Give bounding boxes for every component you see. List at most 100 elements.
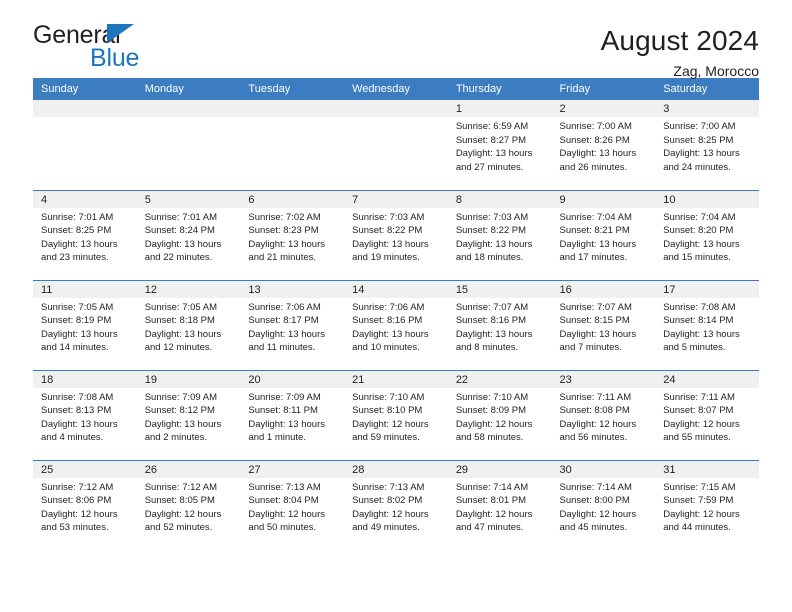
day-detail-sunset: Sunset: 8:22 PM: [352, 225, 423, 236]
day-number: 17: [655, 280, 759, 298]
day-number: 24: [655, 370, 759, 388]
day-details: Sunrise: 7:09 AM Sunset: 8:12 PM Daylight:…: [137, 388, 241, 445]
day-number: 8: [447, 190, 552, 208]
day-detail-sunset: Sunset: 8:25 PM: [41, 225, 112, 236]
calendar-day-cell[interactable]: 1 Sunrise: 6:59 AM Sunset: 8:27 PM Daylight…: [447, 100, 552, 190]
day-detail-daylight1: Daylight: 13 hours: [663, 238, 740, 250]
day-detail-sunrise: Sunrise: 7:03 AM: [352, 211, 425, 223]
calendar-day-cell[interactable]: 19 Sunrise: 7:09 AM Sunset: 8:12 PM Dayligh…: [136, 369, 241, 460]
calendar-day-cell[interactable]: 11 Sunrise: 7:05 AM Sunset: 8:19 PM Dayligh…: [33, 279, 137, 370]
day-detail-sunrise: Sunrise: 7:12 AM: [144, 481, 218, 493]
day-detail-sunrise: Sunrise: 7:05 AM: [144, 301, 218, 313]
day-detail-daylight2: and 26 minutes.: [559, 161, 628, 173]
day-detail-daylight2: and 5 minutes.: [663, 342, 726, 353]
day-detail-daylight1: Daylight: 12 hours: [663, 418, 740, 430]
calendar-day-cell[interactable]: 4 Sunrise: 7:01 AM Sunset: 8:25 PM Daylight…: [33, 189, 137, 280]
calendar-day-cell[interactable]: 7 Sunrise: 7:03 AM Sunset: 8:22 PM Daylight…: [344, 189, 448, 280]
day-detail-daylight1: Daylight: 13 hours: [144, 328, 222, 340]
day-number: 11: [33, 280, 137, 298]
day-detail-daylight1: Daylight: 12 hours: [352, 508, 429, 520]
day-details: Sunrise: 7:11 AM Sunset: 8:07 PM Daylight:…: [655, 388, 759, 445]
day-details: Sunrise: 7:00 AM Sunset: 8:26 PM Daylight:…: [552, 117, 656, 174]
calendar-day-cell[interactable]: 13 Sunrise: 7:06 AM Sunset: 8:17 PM Dayligh…: [240, 279, 345, 370]
calendar-week-row: 11 Sunrise: 7:05 AM Sunset: 8:19 PM Dayligh…: [33, 279, 759, 370]
day-detail-sunset: Sunset: 8:17 PM: [248, 315, 319, 326]
calendar-day-cell[interactable]: 14 Sunrise: 7:06 AM Sunset: 8:16 PM Dayligh…: [344, 279, 448, 370]
calendar-day-cell[interactable]: 5 Sunrise: 7:01 AM Sunset: 8:24 PM Daylight…: [136, 189, 241, 280]
day-detail-sunset: Sunset: 8:16 PM: [455, 315, 527, 326]
calendar-day-cell[interactable]: 2 Sunrise: 7:00 AM Sunset: 8:26 PM Daylight…: [551, 100, 656, 190]
calendar-day-cell[interactable]: 30 Sunrise: 7:14 AM Sunset: 8:00 PM Dayligh…: [551, 459, 656, 550]
day-detail-daylight1: Daylight: 13 hours: [248, 238, 325, 250]
calendar-day-cell[interactable]: 27 Sunrise: 7:13 AM Sunset: 8:04 PM Dayligh…: [240, 459, 345, 550]
calendar-day-cell[interactable]: 17 Sunrise: 7:08 AM Sunset: 8:14 PM Dayligh…: [655, 279, 759, 370]
day-number: 5: [136, 190, 241, 208]
page-header: General Blue August 2024 Zag, Morocco: [33, 0, 759, 79]
day-details: Sunrise: 7:03 AM Sunset: 8:22 PM Daylight:…: [344, 208, 448, 265]
day-detail-sunset: Sunset: 8:23 PM: [248, 225, 319, 236]
calendar-day-cell[interactable]: 16 Sunrise: 7:07 AM Sunset: 8:15 PM Dayligh…: [551, 279, 656, 370]
day-detail-daylight2: and 50 minutes.: [248, 522, 317, 533]
day-detail-sunset: Sunset: 8:27 PM: [455, 134, 527, 146]
day-detail-daylight2: and 27 minutes.: [455, 161, 524, 173]
calendar-day-cell[interactable]: 28 Sunrise: 7:13 AM Sunset: 8:02 PM Dayligh…: [344, 459, 448, 550]
day-detail-sunset: Sunset: 8:16 PM: [352, 315, 423, 326]
day-detail-sunset: Sunset: 8:02 PM: [352, 495, 423, 506]
calendar-day-cell[interactable]: 21 Sunrise: 7:10 AM Sunset: 8:10 PM Dayligh…: [344, 369, 448, 460]
day-details: Sunrise: 7:08 AM Sunset: 8:14 PM Daylight:…: [655, 298, 759, 355]
day-detail-sunset: Sunset: 8:00 PM: [559, 495, 630, 506]
day-detail-daylight2: and 14 minutes.: [41, 342, 109, 353]
day-detail-sunrise: Sunrise: 7:10 AM: [455, 391, 529, 403]
day-detail-sunrise: Sunrise: 7:06 AM: [352, 301, 425, 313]
day-detail-daylight1: Daylight: 13 hours: [144, 418, 222, 430]
calendar-day-cell[interactable]: 22 Sunrise: 7:10 AM Sunset: 8:09 PM Dayligh…: [447, 369, 552, 460]
calendar-week-row: 25 Sunrise: 7:12 AM Sunset: 8:06 PM Dayligh…: [33, 459, 759, 550]
day-detail-sunset: Sunset: 8:12 PM: [144, 405, 215, 416]
weekday-header-sunday: Sunday: [33, 78, 137, 100]
day-detail-daylight2: and 23 minutes.: [41, 252, 109, 263]
day-detail-sunrise: Sunrise: 7:04 AM: [663, 211, 736, 223]
day-number: 30: [551, 460, 656, 478]
day-detail-sunrise: Sunrise: 7:11 AM: [663, 391, 735, 403]
day-details: Sunrise: 7:05 AM Sunset: 8:18 PM Daylight:…: [137, 298, 241, 355]
day-detail-daylight1: Daylight: 13 hours: [559, 148, 637, 159]
day-number: 12: [136, 280, 241, 298]
day-details: Sunrise: 7:12 AM Sunset: 8:05 PM Daylight:…: [137, 478, 241, 535]
calendar-day-cell[interactable]: 24 Sunrise: 7:11 AM Sunset: 8:07 PM Dayligh…: [655, 369, 759, 460]
day-number: 20: [240, 370, 345, 388]
calendar-day-cell[interactable]: 18 Sunrise: 7:08 AM Sunset: 8:13 PM Dayligh…: [33, 369, 137, 460]
day-detail-sunset: Sunset: 8:20 PM: [663, 225, 734, 236]
calendar-day-cell[interactable]: 9 Sunrise: 7:04 AM Sunset: 8:21 PM Daylight…: [551, 189, 656, 280]
calendar-day-cell[interactable]: 8 Sunrise: 7:03 AM Sunset: 8:22 PM Daylight…: [447, 189, 552, 280]
day-detail-sunset: Sunset: 8:22 PM: [455, 225, 527, 236]
calendar-day-cell[interactable]: 15 Sunrise: 7:07 AM Sunset: 8:16 PM Dayligh…: [447, 279, 552, 370]
day-detail-sunset: Sunset: 8:09 PM: [455, 405, 527, 416]
day-details: Sunrise: 7:01 AM Sunset: 8:25 PM Daylight:…: [33, 208, 137, 265]
day-details: Sunrise: 7:10 AM Sunset: 8:10 PM Daylight:…: [344, 388, 448, 445]
calendar-day-cell[interactable]: 31 Sunrise: 7:15 AM Sunset: 7:59 PM Dayligh…: [655, 459, 759, 550]
day-detail-daylight1: Daylight: 13 hours: [663, 328, 740, 340]
calendar-day-cell[interactable]: 3 Sunrise: 7:00 AM Sunset: 8:25 PM Daylight…: [655, 100, 759, 190]
day-detail-daylight1: Daylight: 12 hours: [455, 508, 533, 520]
calendar-day-cell[interactable]: 12 Sunrise: 7:05 AM Sunset: 8:18 PM Dayligh…: [136, 279, 241, 370]
day-number: [33, 100, 137, 117]
day-detail-daylight2: and 11 minutes.: [248, 342, 316, 353]
calendar-day-cell[interactable]: 10 Sunrise: 7:04 AM Sunset: 8:20 PM Dayligh…: [655, 189, 759, 280]
day-detail-sunset: Sunset: 8:06 PM: [41, 495, 112, 506]
day-detail-daylight1: Daylight: 13 hours: [559, 328, 637, 340]
day-number: 25: [33, 460, 137, 478]
day-detail-sunrise: Sunrise: 7:13 AM: [248, 481, 321, 493]
day-number: 19: [136, 370, 241, 388]
calendar-day-cell[interactable]: 25 Sunrise: 7:12 AM Sunset: 8:06 PM Dayligh…: [33, 459, 137, 550]
calendar-day-cell[interactable]: 20 Sunrise: 7:09 AM Sunset: 8:11 PM Dayligh…: [240, 369, 345, 460]
calendar-day-cell[interactable]: 6 Sunrise: 7:02 AM Sunset: 8:23 PM Daylight…: [240, 189, 345, 280]
day-details: Sunrise: 7:14 AM Sunset: 8:00 PM Daylight:…: [552, 478, 656, 535]
day-detail-daylight2: and 45 minutes.: [559, 522, 628, 533]
day-detail-sunset: Sunset: 7:59 PM: [663, 495, 734, 506]
day-number: 18: [33, 370, 137, 388]
calendar-day-cell[interactable]: 26 Sunrise: 7:12 AM Sunset: 8:05 PM Dayligh…: [136, 459, 241, 550]
calendar-day-cell[interactable]: 29 Sunrise: 7:14 AM Sunset: 8:01 PM Dayligh…: [447, 459, 552, 550]
day-detail-daylight2: and 47 minutes.: [455, 522, 524, 533]
calendar-day-cell[interactable]: 23 Sunrise: 7:11 AM Sunset: 8:08 PM Dayligh…: [551, 369, 656, 460]
logo-triangle-icon: [107, 24, 134, 43]
